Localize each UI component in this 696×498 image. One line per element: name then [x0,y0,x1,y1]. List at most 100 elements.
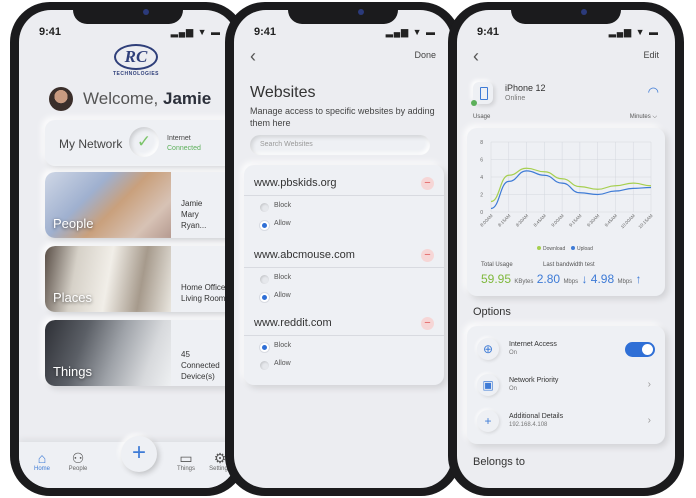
tab-bar: ⌂ Home ⚇ People + ▭ Things ⚙ Settings [19,436,237,488]
website-domain: www.reddit.com [254,317,332,329]
radio-icon [260,361,269,370]
status-icons: ▂▄▆ ▼ ▬ [170,27,221,37]
page-title: Websites [250,84,316,101]
category-details: 45 Connected Device(s) [181,349,220,382]
phone-home: 9:41 ▂▄▆ ▼ ▬ RC TECHNOLOGIES Welcome, Ja… [10,2,246,496]
radio-selected-icon [260,343,269,352]
device-status: Online [505,95,526,102]
back-button[interactable]: ‹ [250,46,256,67]
block-radio[interactable]: Block [254,342,434,354]
option-title: Internet Access [509,341,557,348]
chevron-down-icon: ⌵ [652,114,657,120]
radio-icon [260,203,269,212]
x-tick-label: 8:45AM [533,213,548,228]
block-radio[interactable]: Block [254,202,434,214]
tab-people[interactable]: ⚇ People [63,450,93,472]
category-people[interactable]: People ⚇ Jamie Mary Ryan... [45,172,237,238]
allow-radio[interactable]: Allow [254,292,434,304]
plus-icon: + [477,410,499,432]
website-domain: www.abcmouse.com [254,249,355,261]
x-tick-label: 8:15AM [497,213,512,228]
allow-radio[interactable]: Allow [254,360,434,372]
usage-chart-card: 0 2 4 6 8 8:00AM 8:15AM 8:30AM 8:45AM 9:00AM 9:15A… [467,128,665,296]
my-network-card[interactable]: My Network ✓ Internet Connected [45,120,237,166]
series-line-upload [490,170,652,210]
internet-access-toggle[interactable] [625,342,655,357]
upload-arrow-icon: ↑ [635,272,642,286]
website-domain: www.pbskids.org [254,177,337,189]
status-icons: ▂▄▆ ▼ ▬ [385,27,436,37]
detail-line: Connected [181,361,220,370]
website-list: www.pbskids.org − Block Allow www.abcmou… [244,165,444,385]
allow-radio[interactable]: Allow [254,220,434,232]
x-tick-label: 10:00AM [620,213,636,229]
status-bar: 9:41 ▂▄▆ ▼ ▬ [35,26,221,40]
period-select[interactable]: Minutes ⌵ [630,114,657,121]
option-title: Additional Details [509,413,564,420]
radio-label: Allow [274,220,291,227]
option-network-priority[interactable]: ▣ Network Priority On › [477,374,657,402]
chevron-left-icon: ‹ [250,46,256,66]
status-bar: 9:41 ▂▄▆ ▼ ▬ [250,26,436,40]
usage-label: Usage [473,114,491,120]
block-radio[interactable]: Block [254,274,434,286]
devices-icon: ▭ [179,450,193,466]
radio-icon [260,275,269,284]
option-subtitle: On [509,386,518,392]
chevron-right-icon: › [647,415,651,426]
remove-icon[interactable]: − [421,249,434,262]
add-button[interactable]: + [121,436,157,472]
category-name: People [53,216,94,231]
website-item: www.abcmouse.com − Block Allow [244,249,444,304]
radio-label: Block [274,342,292,349]
category-places[interactable]: Places ▭ Home Office Living Room [45,246,237,312]
tab-things[interactable]: ▭ Things [171,450,201,472]
option-title: Network Priority [509,377,559,384]
option-subtitle: 192.168.4.108 [509,422,548,428]
phone-device: 9:41 ▂▄▆ ▼ ▬ ‹ Edit iPhone 12 Online ◠ U… [448,2,684,496]
status-time: 9:41 [254,26,277,38]
legend-label: Upload [577,246,593,252]
user-name: Jamie [163,89,212,108]
upload-speed-unit: Mbps [617,279,633,285]
radio-selected-icon [260,221,269,230]
legend-label: Download [543,246,565,252]
period-value: Minutes [629,114,651,120]
website-item: www.reddit.com − Block Allow [244,317,444,372]
option-additional-details[interactable]: + Additional Details 192.168.4.108 › [477,410,657,438]
radio-label: Block [274,274,292,281]
edit-button[interactable]: Edit [643,50,659,60]
chevron-left-icon: ‹ [473,46,479,66]
detail-line: 45 [181,350,190,359]
status-time: 9:41 [39,26,62,38]
radio-selected-icon [260,293,269,302]
back-button[interactable]: ‹ [473,46,479,67]
remove-icon[interactable]: − [421,317,434,330]
rc-logo: RC TECHNOLOGIES [101,44,171,77]
avatar[interactable] [49,87,73,111]
category-details: Jamie Mary Ryan... [181,198,206,231]
chevron-right-icon: › [647,379,651,390]
websites-screen: 9:41 ▂▄▆ ▼ ▬ ‹ Done Websites Manage acce… [234,10,452,488]
tab-label: Things [176,466,195,472]
radio-label: Block [274,202,292,209]
bandwidth-label: Last bandwidth test [543,262,595,268]
my-network-label: My Network [59,137,123,151]
done-button[interactable]: Done [414,50,436,60]
options-card: ⊕ Internet Access On ▣ Network Priority … [467,326,665,444]
radio-label: Allow [274,292,291,299]
usage-values: 59.95 KBytes 2.80 Mbps ↓ 4.98 Mbps ↑ [481,272,642,286]
option-subtitle: On [509,350,518,356]
search-input[interactable]: Search Websites [250,135,430,155]
detail-line: Home Office [181,283,226,292]
remove-icon[interactable]: − [421,177,434,190]
check-icon: ✓ [129,127,159,157]
category-things[interactable]: Things ▭ 45 Connected Device(s) [45,320,237,386]
status-bar: 9:41 ▂▄▆ ▼ ▬ [473,26,659,40]
radio-label: Allow [274,360,291,367]
website-item: www.pbskids.org − Block Allow [244,177,444,232]
option-internet-access: ⊕ Internet Access On [477,338,657,366]
globe-icon: ⊕ [477,338,499,360]
detail-line: Living Room [181,294,226,303]
tab-home[interactable]: ⌂ Home [27,450,57,472]
